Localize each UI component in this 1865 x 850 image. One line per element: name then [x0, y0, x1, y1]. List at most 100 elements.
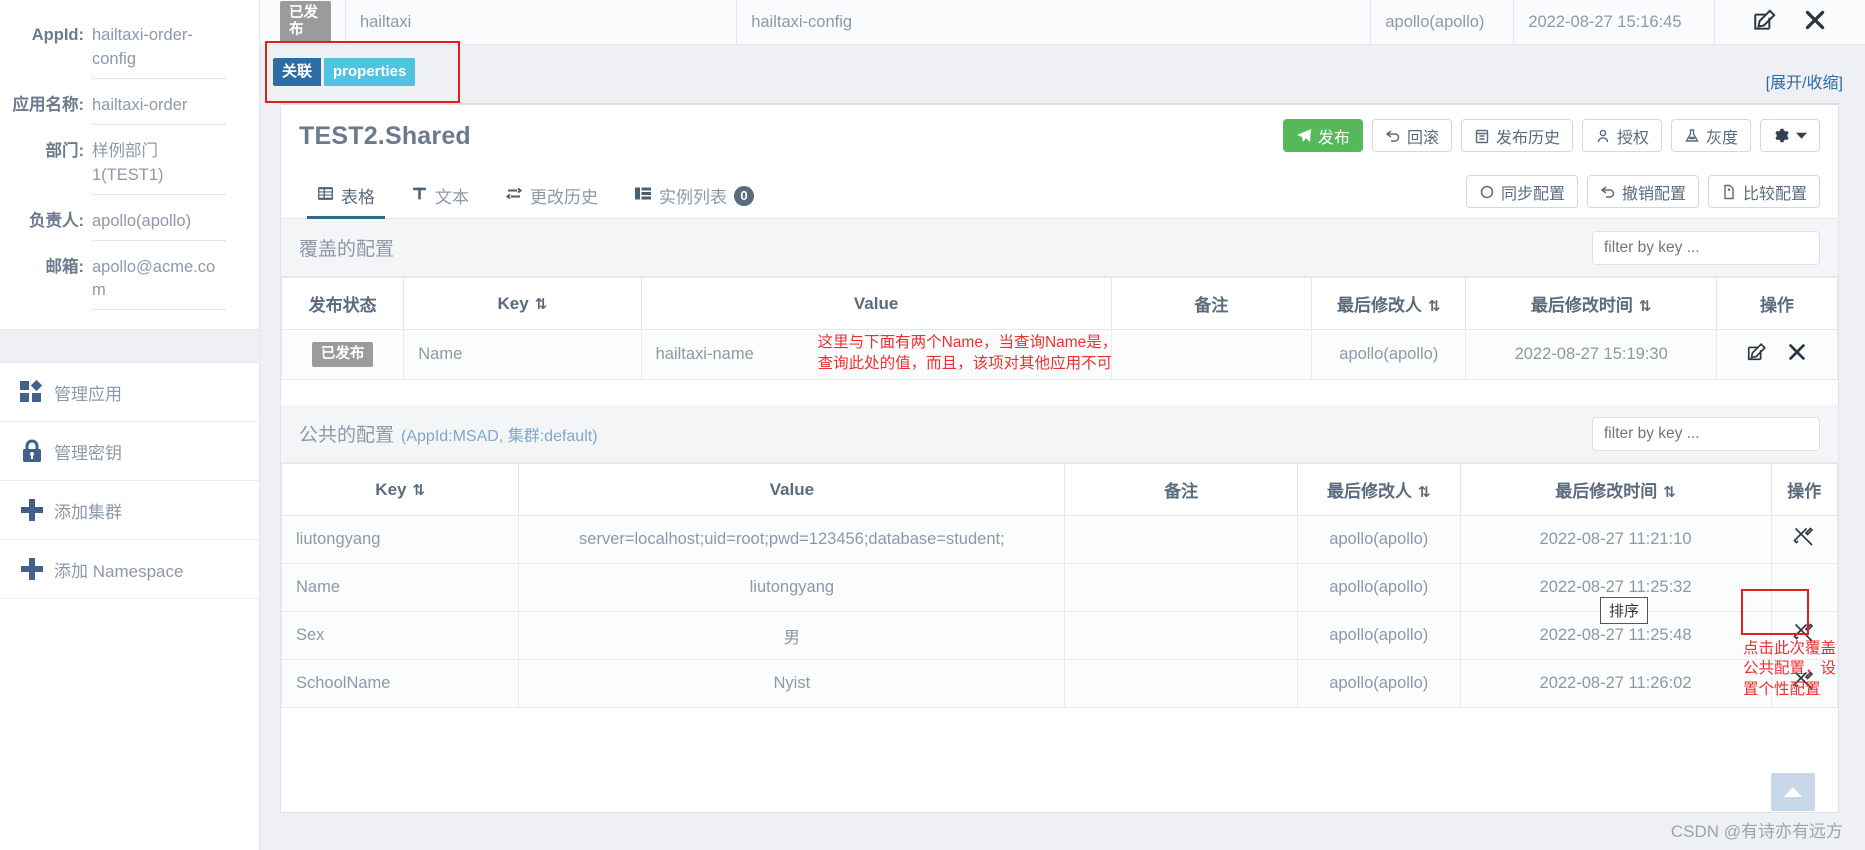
table-header-row: 发布状态 Key ⇅ Value 备注 最后修改人 ⇅ 最后修改时间 ⇅ 操作 [280, 277, 1839, 330]
wrench-icon[interactable] [1792, 525, 1816, 554]
grayscale-button[interactable]: 灰度 [1670, 119, 1751, 152]
info-label: AppId: [31, 26, 84, 44]
tab-text[interactable]: 文本 [393, 183, 487, 218]
cell-value: Nyist [518, 659, 1066, 708]
sidebar-item-label: 添加 Namespace [54, 561, 184, 581]
info-label: 负责人: [29, 211, 84, 230]
sort-icon[interactable]: ⇅ [535, 296, 548, 313]
plus-icon [10, 556, 54, 582]
sidebar-item-manage-apps[interactable]: 管理应用 [0, 363, 259, 423]
cell-value: liutongyang [518, 563, 1066, 612]
app-info-panel: AppId: hailtaxi-order-config 应用名称: hailt… [0, 0, 259, 330]
page-title: TEST2.Shared [299, 121, 471, 150]
undo-icon [1385, 128, 1401, 144]
watermark: CSDN @有诗亦有远方 [1670, 822, 1843, 841]
authorize-button[interactable]: 授权 [1581, 119, 1662, 152]
info-value: apollo@acme.com [92, 256, 225, 311]
refresh-icon [1479, 184, 1495, 200]
namespace-cell: hailtaxi-config [751, 12, 853, 31]
publish-button[interactable]: 发布 [1282, 119, 1363, 152]
close-icon[interactable] [1786, 341, 1808, 368]
cell-key: Sex [280, 611, 520, 660]
sidebar-item-manage-keys[interactable]: 管理密钥 [0, 422, 259, 482]
cell-key: liutongyang [280, 515, 520, 564]
expand-collapse-link[interactable]: [展开/收缩] [1766, 69, 1843, 93]
publish-history-button[interactable]: 发布历史 [1460, 119, 1573, 152]
sync-config-button[interactable]: 同步配置 [1465, 175, 1578, 208]
sidebar-item-label: 管理密钥 [54, 443, 122, 463]
col-key[interactable]: Key ⇅ [280, 463, 520, 516]
namespace-tags: 关联 properties [273, 58, 416, 86]
tab-label: 实例列表 [659, 188, 727, 207]
col-actions: 操作 [1770, 463, 1838, 516]
panel-header: TEST2.Shared 发布 回滚 发布历史 授权 灰度 [281, 105, 1838, 167]
cell-actions [1715, 329, 1839, 380]
cell-actions [1770, 515, 1838, 564]
main-area: 已发布 hailtaxi hailtaxi-config apollo(apol… [260, 0, 1865, 850]
row-actions-cell [1715, 0, 1865, 45]
col-modified-time[interactable]: 最后修改时间 ⇅ [1459, 463, 1772, 516]
sidebar: AppId: hailtaxi-order-config 应用名称: hailt… [0, 0, 260, 850]
sort-icon[interactable]: ⇅ [1428, 298, 1441, 315]
revoke-config-label: 撤销配置 [1621, 185, 1686, 203]
col-modifier[interactable]: 最后修改人 ⇅ [1311, 277, 1467, 330]
compare-config-button[interactable]: 比较配置 [1707, 175, 1820, 208]
revoke-config-button[interactable]: 撤销配置 [1586, 175, 1699, 208]
tab-bar-actions: 同步配置 撤销配置 比较配置 [1465, 175, 1820, 208]
cell-value: server=localhost;uid=root;pwd=123456;dat… [518, 515, 1066, 564]
chevron-down-icon [1796, 130, 1807, 141]
info-row-department: 部门: 样例部门1(TEST1) [0, 134, 225, 204]
cell-key: Name [403, 329, 642, 380]
annotation-override-note: 这里与下面有两个Name，当查询Name是，就会 查询此处的值，而且，该项对其他… [817, 334, 1112, 372]
table-row: SchoolName Nyist apollo(apollo) 2022-08-… [280, 659, 1838, 708]
namespace-panel: TEST2.Shared 发布 回滚 发布历史 授权 灰度 表格 文本 更改历史… [280, 103, 1839, 813]
override-filter-input[interactable] [1592, 231, 1820, 265]
col-modified-time[interactable]: 最后修改时间 ⇅ [1465, 277, 1717, 330]
col-key[interactable]: Key ⇅ [403, 277, 642, 330]
table-row: 已发布 Name hailtaxi-name 这里与下面有两个Name，当查询N… [280, 329, 1839, 380]
public-filter-input[interactable] [1592, 417, 1820, 451]
sort-icon[interactable]: ⇅ [1639, 298, 1652, 315]
rollback-button[interactable]: 回滚 [1371, 119, 1452, 152]
col-value: Value [640, 277, 1112, 330]
edit-icon[interactable] [1746, 341, 1768, 368]
tag-format: properties [324, 58, 416, 86]
sort-icon[interactable]: ⇅ [1663, 484, 1676, 501]
cluster-cell: hailtaxi [346, 0, 738, 45]
settings-dropdown-button[interactable] [1760, 119, 1820, 152]
col-value: Value [518, 463, 1066, 516]
info-row-email: 邮箱: apollo@acme.com [0, 250, 225, 320]
annotation-box-wrench [1741, 589, 1809, 635]
tab-change-history[interactable]: 更改历史 [487, 183, 616, 218]
tag-associated: 关联 [273, 58, 322, 86]
cell-comment [1064, 515, 1298, 564]
sort-icon[interactable]: ⇅ [1418, 484, 1431, 501]
tab-instance-list[interactable]: 实例列表 0 [616, 183, 772, 218]
cell-key: SchoolName [280, 659, 520, 708]
sort-icon[interactable]: ⇅ [412, 482, 425, 499]
tab-table[interactable]: 表格 [299, 183, 393, 219]
close-icon[interactable] [1802, 7, 1828, 38]
cell-comment [1064, 563, 1298, 612]
changes-icon [505, 185, 523, 207]
table-header-row: Key ⇅ Value 备注 最后修改人 ⇅ 最后修改时间 ⇅ 操作 [280, 463, 1838, 516]
cell-key: Name [280, 563, 520, 612]
sidebar-item-add-cluster[interactable]: 添加集群 [0, 481, 259, 541]
status-cell: 已发布 [260, 0, 346, 45]
edit-icon[interactable] [1752, 7, 1778, 38]
sidebar-item-add-namespace[interactable]: 添加 Namespace [0, 540, 259, 600]
namespace-summary-row: 已发布 hailtaxi hailtaxi-config apollo(apol… [260, 0, 1865, 45]
spacer-cell [1110, 0, 1372, 45]
compare-config-label: 比较配置 [1742, 185, 1807, 203]
col-comment: 备注 [1064, 463, 1298, 516]
scroll-to-top-button[interactable] [1771, 773, 1815, 811]
col-modifier[interactable]: 最后修改人 ⇅ [1296, 463, 1461, 516]
chevron-up-icon [1784, 787, 1802, 797]
info-value: apollo(apollo) [92, 210, 225, 241]
info-row-appname: 应用名称: hailtaxi-order [0, 88, 225, 134]
table-icon [317, 185, 334, 207]
sort-tooltip: 排序 [1600, 597, 1649, 624]
override-config-table: 发布状态 Key ⇅ Value 备注 最后修改人 ⇅ 最后修改时间 ⇅ 操作 已发布 [280, 277, 1839, 380]
history-icon [1474, 128, 1490, 144]
flask-icon [1684, 128, 1700, 144]
